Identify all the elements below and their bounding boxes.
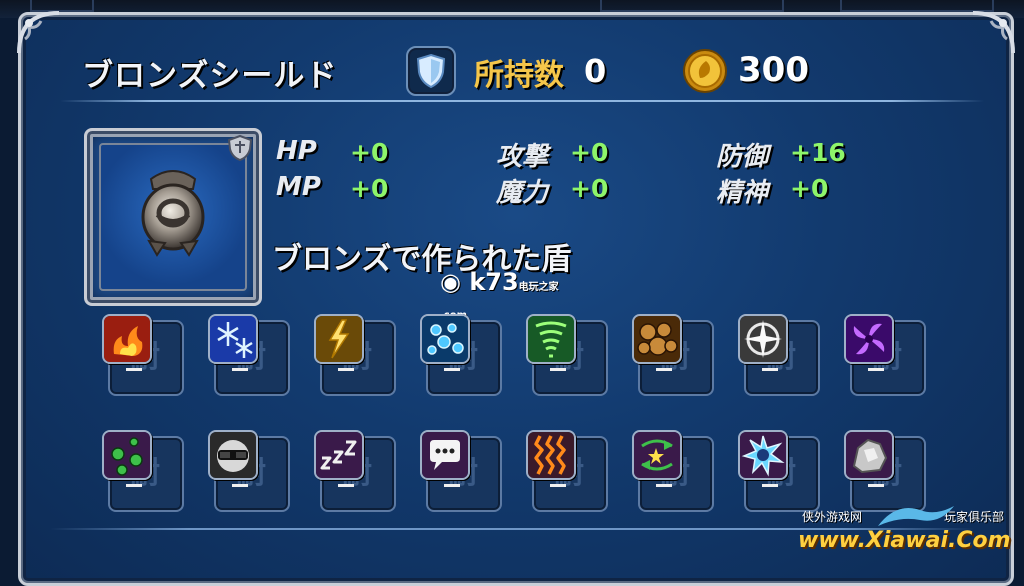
corner-ornament — [15, 9, 63, 57]
fire-icon — [102, 314, 152, 364]
background-tab — [600, 0, 784, 12]
owned-count: 0 — [584, 52, 607, 90]
stone-icon — [844, 430, 894, 480]
resist-value — [338, 484, 354, 487]
resist-value — [656, 484, 672, 487]
resist-blind: 耐 — [208, 430, 290, 512]
thunder-icon — [314, 314, 364, 364]
resist-value — [868, 368, 884, 371]
poison-icon — [102, 430, 152, 480]
resist-thunder: 耐 — [314, 314, 396, 396]
stat-defense-label: 防御 — [716, 142, 769, 172]
bronze-shield-icon — [141, 170, 205, 257]
stat-hp-label: HP — [276, 136, 317, 166]
resist-value — [126, 484, 142, 487]
stat-attack-value: +0 — [570, 138, 609, 167]
resist-ice: 耐 — [208, 314, 290, 396]
k73-watermark-text: k73 — [469, 268, 519, 296]
stat-attack-label: 攻撃 — [496, 142, 549, 172]
resist-confusion: 耐 — [632, 430, 714, 512]
item-portrait-frame — [84, 128, 262, 306]
stat-spirit-label: 精神 — [716, 178, 769, 208]
slow-icon — [738, 430, 788, 480]
stat-hp-value: +0 — [350, 138, 389, 167]
blind-icon — [208, 430, 258, 480]
resist-value — [126, 368, 142, 371]
paralysis-icon — [526, 430, 576, 480]
holy-icon — [738, 314, 788, 364]
stat-magic-value: +0 — [570, 174, 609, 203]
resist-value — [232, 368, 248, 371]
sleep-icon — [314, 430, 364, 480]
header-divider — [60, 100, 984, 102]
resist-sleep: 耐 — [314, 430, 396, 512]
shield-type-icon — [227, 134, 253, 162]
resist-value — [550, 484, 566, 487]
item-price: 300 — [738, 50, 809, 90]
ice-icon — [208, 314, 258, 364]
resist-value — [232, 484, 248, 487]
wind-icon — [526, 314, 576, 364]
stat-defense-value: +16 — [790, 138, 846, 167]
stat-mp-label: MP — [276, 172, 321, 202]
earth-icon — [632, 314, 682, 364]
resist-value — [444, 484, 460, 487]
resist-value — [550, 368, 566, 371]
confusion-icon — [632, 430, 682, 480]
resist-silence: 耐 — [420, 430, 502, 512]
corner-ornament — [969, 9, 1017, 57]
silence-icon — [420, 430, 470, 480]
stat-mp-value: +0 — [350, 174, 389, 203]
stat-spirit-value: +0 — [790, 174, 829, 203]
owned-shield-icon — [406, 46, 456, 96]
resist-value — [444, 368, 460, 371]
water-icon — [420, 314, 470, 364]
item-name: ブロンズシールド — [82, 58, 338, 94]
gil-coin-icon — [682, 48, 728, 94]
site-watermark-left: 侠外游戏网 — [802, 510, 863, 524]
resist-paralysis: 耐 — [526, 430, 608, 512]
owned-label: 所持数 — [474, 58, 564, 93]
resist-water: 耐 — [420, 314, 502, 396]
dark-icon — [844, 314, 894, 364]
resist-value — [762, 484, 778, 487]
k73-watermark-sub: 电玩之家 — [518, 282, 559, 293]
resist-poison: 耐 — [102, 430, 184, 512]
resist-value — [868, 484, 884, 487]
resist-value — [338, 368, 354, 371]
stat-magic-label: 魔力 — [496, 178, 549, 208]
item-portrait — [99, 143, 247, 291]
resist-dark: 耐 — [844, 314, 926, 396]
resist-earth: 耐 — [632, 314, 714, 396]
resist-wind: 耐 — [526, 314, 608, 396]
site-watermark-url: www.Xiawai.Com — [798, 528, 1011, 553]
gamepad-icon: ◉ — [440, 268, 461, 296]
resist-value — [656, 368, 672, 371]
resist-holy: 耐 — [738, 314, 820, 396]
resist-value — [762, 368, 778, 371]
resist-stone: 耐 — [844, 430, 926, 512]
site-watermark: 侠外游戏网 玩家俱乐部 www.Xiawai.Com — [796, 506, 1016, 564]
resist-slow: 耐 — [738, 430, 820, 512]
resist-fire: 耐 — [102, 314, 184, 396]
